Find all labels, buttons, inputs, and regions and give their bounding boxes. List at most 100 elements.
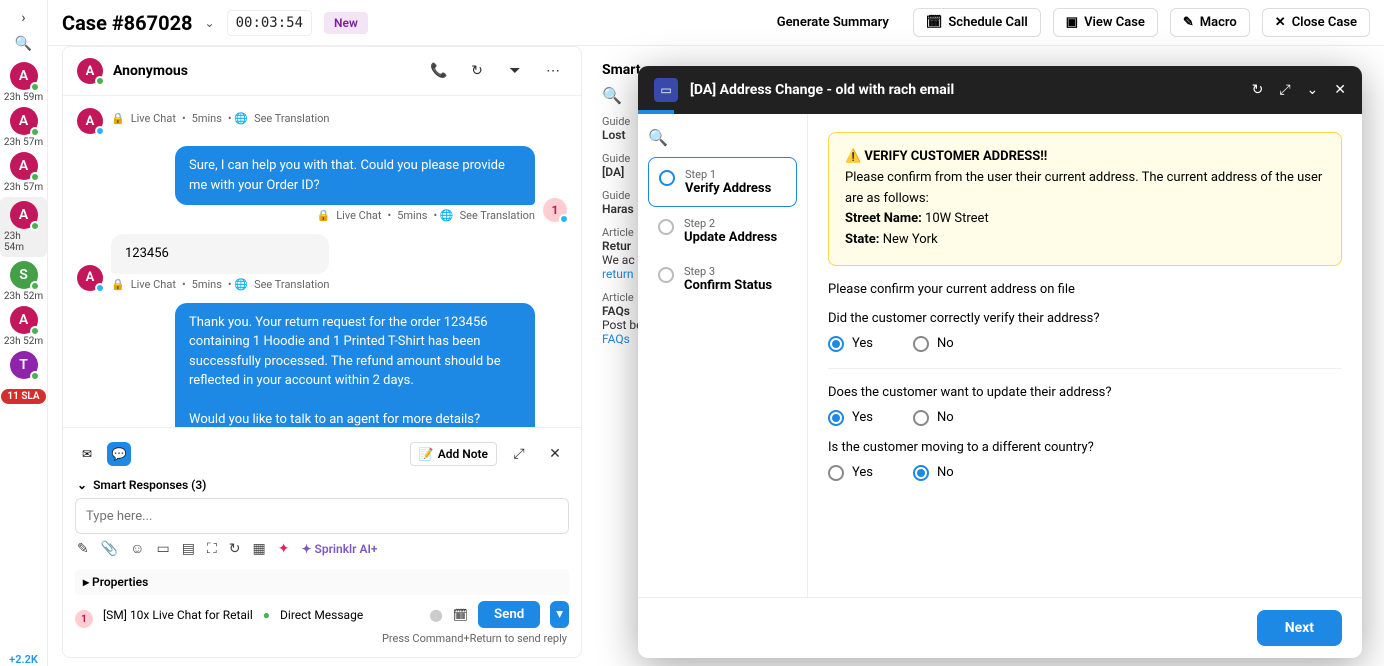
- chat-body[interactable]: A 🔒 Live Chat • 5mins • 🌐 See Translatio…: [63, 96, 581, 427]
- rail-time: 23h 59m: [4, 92, 43, 103]
- workflow-icon: ▭: [654, 78, 678, 102]
- send-row: 1 [SM] 10x Live Chat for Retail ● Direct…: [75, 601, 569, 628]
- send-hint: Press Command+Return to send reply: [75, 628, 569, 649]
- attach-icon[interactable]: 📎: [101, 541, 118, 557]
- expand-icon[interactable]: ⛶: [207, 541, 217, 557]
- expand-composer-icon[interactable]: ⤢: [505, 440, 533, 468]
- sla-badge: 11 SLA: [1, 389, 45, 404]
- close-icon[interactable]: ✕: [1334, 82, 1346, 98]
- modal-title: [DA] Address Change - old with rach emai…: [690, 82, 954, 98]
- step-indicator-icon: [659, 170, 675, 186]
- toggle-icon[interactable]: ⬤: [429, 608, 442, 622]
- minimize-icon[interactable]: ⌄: [1307, 82, 1319, 98]
- refresh-icon[interactable]: ↻: [1252, 82, 1264, 98]
- calendar-icon: 🗓: [926, 15, 943, 30]
- message-bubble: Thank you. Your return request for the o…: [175, 303, 535, 428]
- call-icon[interactable]: 📞: [425, 57, 453, 85]
- sprinklr-ai-button[interactable]: ✦ Sprinklr AI+: [301, 542, 377, 556]
- guided-workflow-modal: ▭ [DA] Address Change - old with rach em…: [638, 66, 1362, 658]
- step-update-address[interactable]: Step 2Update Address: [648, 207, 797, 255]
- message-out: Thank you. Your return request for the o…: [77, 303, 567, 428]
- radio-yes[interactable]: Yes: [828, 336, 873, 352]
- participant-avatar: A: [77, 58, 103, 84]
- send-options-button[interactable]: ▾: [550, 601, 569, 628]
- view-case-button[interactable]: ▣View Case: [1053, 8, 1158, 37]
- maximize-icon[interactable]: ⤢: [1279, 82, 1290, 98]
- composer-toolbar: ✎ 📎 ☺ ▭ ▤ ⛶ ↻ ▦ ✦ ✦ Sprinklr AI+: [75, 534, 569, 563]
- expand-rail-icon[interactable]: ›: [21, 10, 25, 26]
- avatar: A: [10, 62, 38, 90]
- smart-responses-toggle[interactable]: ⌄Smart Responses (3): [75, 472, 569, 498]
- open-icon: ▣: [1066, 15, 1078, 30]
- avatar: A: [10, 152, 38, 180]
- rail-time: 23h 54m: [4, 231, 43, 253]
- next-button[interactable]: Next: [1257, 610, 1342, 646]
- message-meta: 🔒 Live Chat • 5mins • 🌐 See Translation: [111, 112, 567, 125]
- emoji-icon[interactable]: ☺: [130, 540, 144, 557]
- steps-sidebar: 🔍 Step 1Verify Address Step 2Update Addr…: [638, 114, 808, 597]
- case-timer: 00:03:54: [227, 10, 312, 36]
- modal-footer: Next: [638, 597, 1362, 658]
- rail-item[interactable]: T: [10, 351, 38, 379]
- filter-icon[interactable]: ⏷: [501, 57, 529, 85]
- chat-header: A Anonymous 📞 ↻ ⏷ ⋯: [63, 47, 581, 96]
- question-text: Does the customer want to update their a…: [828, 385, 1342, 400]
- message-meta: 🔒 Live Chat • 5mins • 🌐 See Translation: [111, 278, 329, 291]
- see-translation-link[interactable]: See Translation: [254, 112, 329, 125]
- search-icon[interactable]: 🔍: [602, 86, 622, 105]
- queue-stat[interactable]: +2.2K: [9, 653, 38, 666]
- avatar: A: [10, 306, 38, 334]
- grid-icon[interactable]: ▦: [252, 541, 265, 557]
- case-title: Case #867028: [62, 11, 193, 35]
- radio-no[interactable]: No: [913, 465, 954, 481]
- more-icon[interactable]: ⋯: [539, 57, 567, 85]
- schedule-call-button[interactable]: 🗓Schedule Call: [913, 8, 1041, 37]
- close-case-button[interactable]: ✕Close Case: [1262, 8, 1370, 37]
- rail-item[interactable]: S23h 52m: [4, 261, 43, 302]
- search-icon[interactable]: 🔍: [15, 36, 32, 52]
- refresh-icon[interactable]: ↻: [463, 57, 491, 85]
- ai-badge-icon[interactable]: ✦: [278, 541, 290, 557]
- close-icon: ✕: [1275, 15, 1286, 30]
- rail-time: 23h 57m: [4, 137, 43, 148]
- chat-channel-tab[interactable]: 💬: [107, 442, 131, 466]
- format-icon[interactable]: ✎: [77, 541, 89, 557]
- progress-bar: [638, 110, 674, 114]
- rail-item[interactable]: A 23h 59m: [4, 62, 43, 103]
- image-icon[interactable]: ▭: [156, 541, 169, 557]
- rail-item[interactable]: A23h 54m: [0, 197, 47, 257]
- rail-item[interactable]: A23h 57m: [4, 107, 43, 148]
- radio-no[interactable]: No: [913, 336, 954, 352]
- properties-toggle[interactable]: ▸ Properties: [75, 569, 569, 595]
- refresh-icon[interactable]: ↻: [229, 541, 241, 557]
- send-button[interactable]: Send: [478, 601, 540, 628]
- add-note-button[interactable]: 📝 Add Note: [410, 442, 497, 466]
- radio-no[interactable]: No: [913, 410, 954, 426]
- close-composer-icon[interactable]: ✕: [541, 440, 569, 468]
- rail-item[interactable]: A 23h 52m: [4, 306, 43, 347]
- message-meta: 🔒 Live Chat • 5mins • 🌐 See Translation: [317, 209, 535, 222]
- composer: ✉ 💬 📝 Add Note ⤢ ✕ ⌄Smart Responses (3) …: [63, 427, 581, 657]
- template-icon[interactable]: ▤: [182, 541, 195, 557]
- case-dropdown-icon[interactable]: ⌄: [205, 16, 215, 30]
- email-channel-tab[interactable]: ✉: [75, 442, 99, 466]
- step-verify-address[interactable]: Step 1Verify Address: [648, 157, 797, 207]
- see-translation-link[interactable]: See Translation: [254, 278, 329, 291]
- schedule-icon[interactable]: 🗓: [453, 608, 468, 622]
- radio-yes[interactable]: Yes: [828, 410, 873, 426]
- message-in: A 123456 🔒 Live Chat • 5mins • 🌐 See Tra…: [77, 234, 567, 291]
- avatar: A: [77, 108, 103, 134]
- wand-icon: ✎: [1183, 15, 1194, 30]
- step-confirm-status[interactable]: Step 3Confirm Status: [648, 255, 797, 303]
- avatar: T: [10, 351, 38, 379]
- modal-header: ▭ [DA] Address Change - old with rach em…: [638, 66, 1362, 114]
- macro-button[interactable]: ✎Macro: [1170, 8, 1250, 37]
- rail-item[interactable]: A23h 57m: [4, 152, 43, 193]
- search-icon[interactable]: 🔍: [648, 128, 668, 147]
- radio-yes[interactable]: Yes: [828, 465, 873, 481]
- see-translation-link[interactable]: See Translation: [460, 209, 535, 222]
- message-in: A 🔒 Live Chat • 5mins • 🌐 See Translatio…: [77, 108, 567, 134]
- generate-summary-button[interactable]: Generate Summary: [765, 9, 901, 36]
- rail-time: 23h 52m: [4, 336, 43, 347]
- message-input[interactable]: [75, 498, 569, 534]
